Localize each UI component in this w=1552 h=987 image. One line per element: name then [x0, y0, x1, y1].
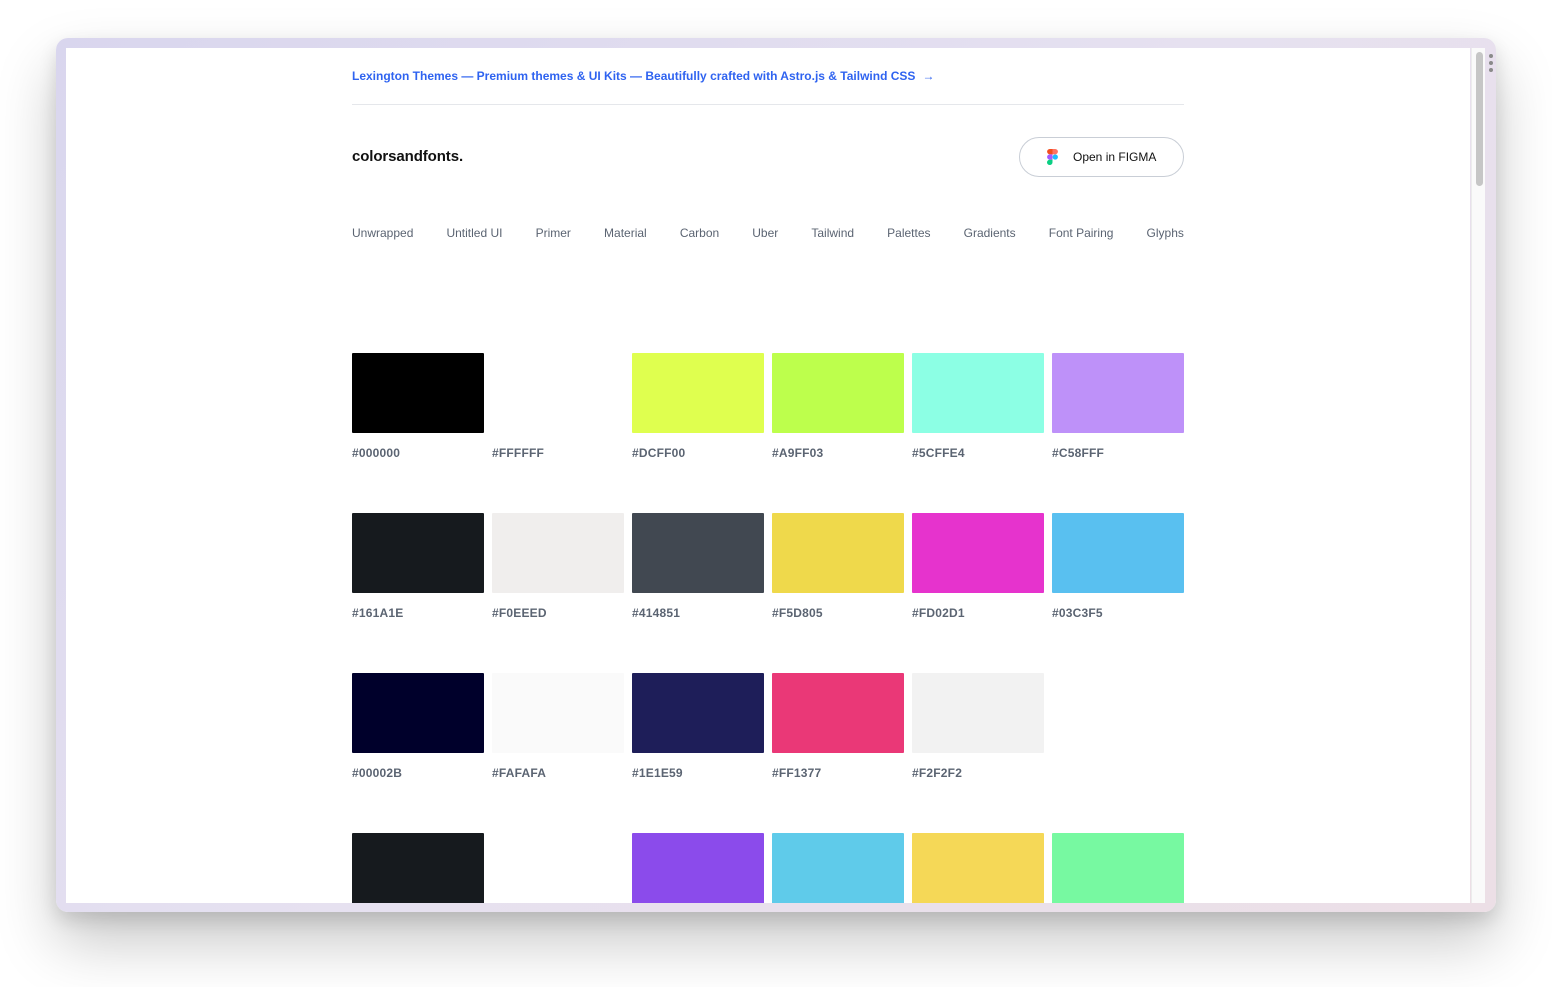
color-swatch[interactable]	[772, 833, 904, 903]
color-swatch-card	[492, 833, 624, 903]
scrollbar-thumb[interactable]	[1476, 52, 1483, 186]
color-swatch-card: #C58FFF	[1052, 353, 1184, 513]
color-swatch[interactable]	[492, 673, 624, 753]
color-hex-label[interactable]: #03C3F5	[1052, 606, 1103, 620]
color-hex-label[interactable]: #A9FF03	[772, 446, 823, 460]
color-swatch-card: #161A1E	[352, 513, 484, 673]
color-swatch[interactable]	[492, 353, 624, 433]
category-nav: Unwrapped Untitled UI Primer Material Carbon…	[352, 226, 1184, 240]
color-swatch-card: #FF1377	[772, 673, 904, 833]
nav-item-uber[interactable]: Uber	[752, 226, 778, 240]
color-swatch[interactable]	[632, 353, 764, 433]
color-swatch[interactable]	[912, 353, 1044, 433]
color-swatch[interactable]	[352, 673, 484, 753]
page-viewport: Lexington Themes — Premium themes & UI K…	[66, 48, 1470, 903]
color-swatch-card: #00002B	[352, 673, 484, 833]
color-swatch-card: #A9FF03	[772, 353, 904, 513]
color-hex-label[interactable]: #FD02D1	[912, 606, 965, 620]
color-hex-label[interactable]: #DCFF00	[632, 446, 685, 460]
color-hex-label[interactable]: #1E1E59	[632, 766, 683, 780]
color-swatch-card: #414851	[632, 513, 764, 673]
color-hex-label[interactable]: #F2F2F2	[912, 766, 962, 780]
color-hex-label[interactable]: #000000	[352, 446, 400, 460]
color-swatch-card: #F5D805	[772, 513, 904, 673]
open-in-figma-button[interactable]: Open in FIGMA	[1019, 137, 1184, 177]
color-swatch-card: #FD02D1	[912, 513, 1044, 673]
color-swatch-grid: #000000 #FFFFFF #DCFF00 #A9FF03 #5CFFE4 #C58F…	[352, 353, 1184, 903]
color-swatch[interactable]	[912, 513, 1044, 593]
nav-item-font-pairing[interactable]: Font Pairing	[1049, 226, 1114, 240]
color-swatch-card: #000000	[352, 353, 484, 513]
site-logo[interactable]: colorsandfonts.	[352, 148, 463, 165]
color-swatch[interactable]	[352, 513, 484, 593]
color-swatch[interactable]	[632, 513, 764, 593]
color-hex-label[interactable]: #5CFFE4	[912, 446, 965, 460]
color-hex-label[interactable]: #FAFAFA	[492, 766, 546, 780]
color-hex-label[interactable]: #00002B	[352, 766, 402, 780]
color-swatch[interactable]	[632, 673, 764, 753]
nav-item-tailwind[interactable]: Tailwind	[811, 226, 854, 240]
color-swatch[interactable]	[492, 513, 624, 593]
color-swatch[interactable]	[352, 353, 484, 433]
color-hex-label[interactable]: #C58FFF	[1052, 446, 1104, 460]
color-swatch-card	[632, 833, 764, 903]
color-swatch-card: #FFFFFF	[492, 353, 624, 513]
desktop-background: Lexington Themes — Premium themes & UI K…	[0, 0, 1552, 987]
nav-item-palettes[interactable]: Palettes	[887, 226, 930, 240]
color-swatch-card: #5CFFE4	[912, 353, 1044, 513]
color-swatch-card: #F2F2F2	[912, 673, 1044, 833]
figma-icon	[1047, 149, 1058, 165]
color-swatch[interactable]	[1052, 353, 1184, 433]
color-swatch[interactable]	[1052, 833, 1184, 903]
color-swatch[interactable]	[772, 353, 904, 433]
color-swatch[interactable]	[1052, 513, 1184, 593]
promo-banner-text: Lexington Themes — Premium themes & UI K…	[352, 69, 916, 83]
promo-banner-link[interactable]: Lexington Themes — Premium themes & UI K…	[352, 69, 1184, 83]
color-hex-label[interactable]: #FF1377	[772, 766, 821, 780]
color-swatch[interactable]	[912, 673, 1044, 753]
vertical-scrollbar[interactable]	[1471, 48, 1485, 903]
color-swatch[interactable]	[352, 833, 484, 903]
color-hex-label[interactable]: #FFFFFF	[492, 446, 544, 460]
header-divider	[352, 104, 1184, 105]
color-swatch-card: #1E1E59	[632, 673, 764, 833]
color-swatch[interactable]	[912, 833, 1044, 903]
color-hex-label[interactable]: #F0EEED	[492, 606, 547, 620]
nav-item-primer[interactable]: Primer	[536, 226, 571, 240]
more-options-icon[interactable]	[1487, 54, 1495, 72]
color-swatch-card	[912, 833, 1044, 903]
color-swatch[interactable]	[772, 673, 904, 753]
nav-item-glyphs[interactable]: Glyphs	[1147, 226, 1184, 240]
color-hex-label[interactable]: #161A1E	[352, 606, 403, 620]
open-in-figma-label: Open in FIGMA	[1073, 150, 1157, 164]
color-swatch[interactable]	[492, 833, 624, 903]
nav-item-unwrapped[interactable]: Unwrapped	[352, 226, 413, 240]
color-swatch[interactable]	[632, 833, 764, 903]
color-swatch-card	[1052, 833, 1184, 903]
nav-item-carbon[interactable]: Carbon	[680, 226, 719, 240]
color-swatch-card: #F0EEED	[492, 513, 624, 673]
color-hex-label[interactable]: #F5D805	[772, 606, 823, 620]
nav-item-material[interactable]: Material	[604, 226, 647, 240]
color-swatch-card: #DCFF00	[632, 353, 764, 513]
nav-item-gradients[interactable]: Gradients	[964, 226, 1016, 240]
arrow-right-icon: →	[922, 69, 935, 83]
color-hex-label[interactable]: #414851	[632, 606, 680, 620]
color-swatch-card	[772, 833, 904, 903]
color-swatch[interactable]	[772, 513, 904, 593]
color-swatch-card	[352, 833, 484, 903]
color-swatch-card: #03C3F5	[1052, 513, 1184, 673]
nav-item-untitled-ui[interactable]: Untitled UI	[446, 226, 502, 240]
color-swatch-card: #FAFAFA	[492, 673, 624, 833]
